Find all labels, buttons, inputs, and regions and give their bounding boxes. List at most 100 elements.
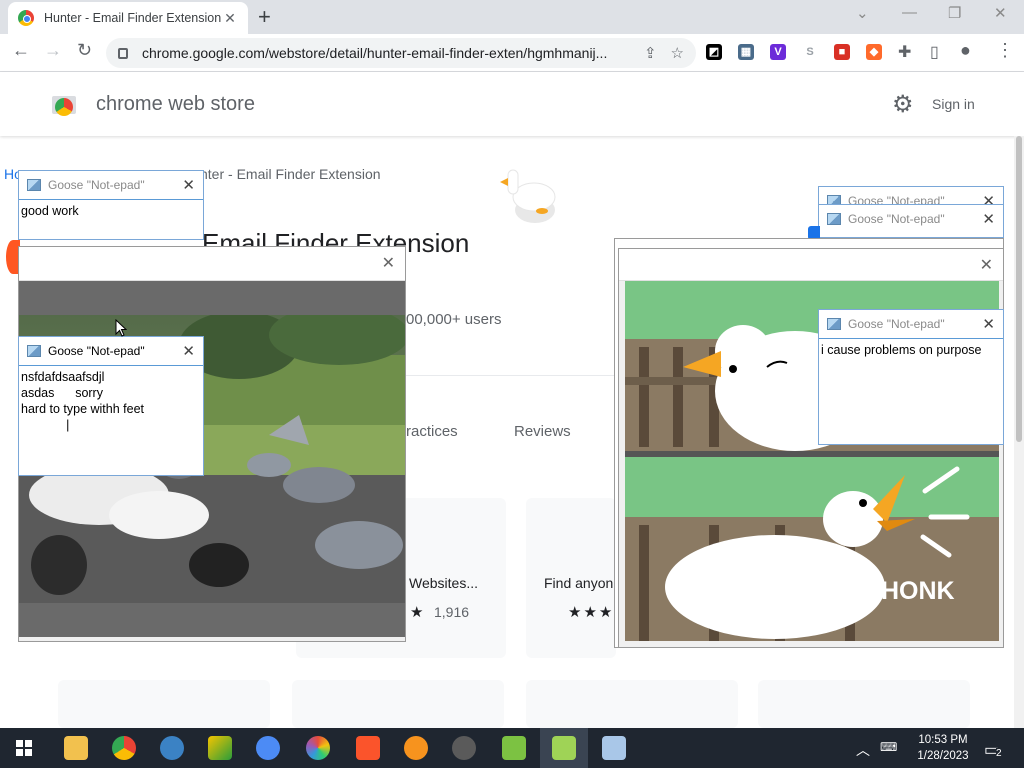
goose-notepad-titlebar[interactable]: Goose "Not-epad" ✕ [819,310,1003,338]
related-card-3[interactable] [58,680,270,728]
tab-search-icon[interactable]: ⌄ [856,4,869,22]
chromium-icon[interactable] [256,736,280,760]
address-bar[interactable]: chrome.google.com/webstore/detail/hunter… [106,38,696,68]
web-store-title[interactable]: chrome web store [96,93,255,116]
web-store-favicon-icon [18,10,34,26]
close-icon[interactable]: ✕ [182,342,195,360]
gear-icon[interactable]: ⚙ [892,90,914,119]
system-clock[interactable]: 10:53 PM 1/28/2023 [908,732,978,764]
goose-notepad-titlebar[interactable]: Goose "Not-epad" ✕ [819,205,1003,233]
related-card-2-stars-icon: ★★★ [568,604,615,621]
restore-icon[interactable]: ❐ [948,4,961,22]
web-store-header: chrome web store ⚙ Sign in [0,72,1024,136]
browser-tab[interactable]: Hunter - Email Finder Extension ✕ [8,2,248,34]
goose-notepad-titlebar[interactable]: Goose "Not-epad" ✕ [19,171,203,199]
back-icon[interactable]: ← [12,40,30,61]
goose-notepad-title: Goose "Not-epad" [848,212,945,226]
green-a-app-icon[interactable] [502,736,526,760]
chrome-taskbar-icon[interactable] [112,736,136,760]
extension-dark-mode-icon[interactable]: ◩ [706,44,722,60]
desktop-goose [498,166,558,224]
goose-notepad-titlebar[interactable]: Goose "Not-epad" ✕ [19,337,203,365]
show-hidden-icons-icon[interactable]: ︿ [856,740,870,760]
page-scrollbar[interactable] [1014,136,1024,728]
notification-count: 2 [996,748,1002,759]
tab-reviews[interactable]: Reviews [514,423,571,440]
related-card-2-title: Find anyon [544,575,614,591]
extensions-puzzle-icon[interactable]: ✚ [898,42,911,62]
image-bottom-band [19,603,405,637]
bookmark-star-icon[interactable]: ☆ [671,44,684,62]
keyboard-icon[interactable]: ⌨ [880,740,897,754]
clock-time: 10:53 PM [918,734,968,746]
honk-label: HONK [881,577,955,605]
user-count: 00,000+ users [406,311,502,328]
color-app-icon[interactable] [306,736,330,760]
extension-s-icon[interactable]: S [802,44,818,60]
clock-date: 1/28/2023 [917,750,969,762]
side-panel-icon[interactable]: ▯ [930,42,939,62]
close-icon[interactable]: ✕ [982,210,995,228]
extension-red-icon[interactable]: ■ [834,44,850,60]
file-explorer-icon[interactable] [64,736,88,760]
new-tab-icon[interactable]: + [258,4,271,30]
goose-notepad-window-5[interactable]: Goose "Not-epad" ✕ i cause problems on p… [818,309,1004,445]
close-tab-icon[interactable]: ✕ [222,10,238,27]
profile-avatar-icon[interactable]: ● [960,40,971,61]
close-icon[interactable]: ✕ [182,176,195,194]
goose-meme-titlebar[interactable]: ✕ [19,247,405,281]
goose-notepad-title: Goose "Not-epad" [48,178,145,192]
goose-note-text-1[interactable]: good work [19,199,203,239]
tab-strip: Hunter - Email Finder Extension ✕ + ⌄ — … [0,0,1024,34]
goose-notepad-window-1[interactable]: Goose "Not-epad" ✕ good work [18,170,204,240]
goose-meme-window-right[interactable]: ✕ HONK [618,248,1004,648]
goose-note-text-3[interactable]: i cause problems on purpose [819,338,1003,444]
brave-icon[interactable] [356,736,380,760]
safari-like-icon[interactable] [160,736,184,760]
goose-notepad-window-4[interactable]: Goose "Not-epad" ✕ [818,204,1004,238]
goose-notepad-title: Goose "Not-epad" [848,317,945,331]
chrome-menu-icon[interactable]: ⋮ [996,40,1014,61]
notepad-icon [827,318,841,330]
divider [404,375,614,376]
notepad-icon [27,179,41,191]
tab-privacy-practices[interactable]: ractices [406,423,458,440]
close-icon[interactable]: ✕ [382,253,395,273]
notepad-taskbar-icon[interactable] [602,736,626,760]
related-card-5[interactable] [526,680,738,728]
goose-notepad-window-2[interactable]: Goose "Not-epad" ✕ nsfdafdsaafsdjl asdas… [18,336,204,476]
related-card-1-star-icon: ★ [410,604,426,621]
close-icon[interactable]: ✕ [980,255,993,275]
goose-notepad-taskbar-icon[interactable] [552,736,576,760]
share-icon[interactable]: ⇪ [644,44,657,62]
notepad-icon [27,345,41,357]
windows-start-icon[interactable] [16,740,32,756]
mouse-cursor-icon [115,318,128,342]
sign-in-link[interactable]: Sign in [932,96,975,112]
minimize-icon[interactable]: — [902,4,917,21]
related-card-6[interactable] [758,680,970,728]
green-app-icon[interactable] [208,736,232,760]
forward-icon[interactable]: → [44,40,62,61]
goose-notepad-title: Goose "Not-epad" [48,344,145,358]
close-icon[interactable]: ✕ [982,315,995,333]
extension-v-icon[interactable]: V [770,44,786,60]
goose-meme-titlebar[interactable]: ✕ [619,249,1003,281]
image-top-band [19,281,405,315]
url-text: chrome.google.com/webstore/detail/hunter… [142,45,608,61]
reload-icon[interactable]: ↻ [77,40,92,61]
orange-p-app-icon[interactable] [404,736,428,760]
web-store-logo-icon[interactable] [52,92,76,116]
tab-title: Hunter - Email Finder Extension [44,11,222,25]
goose-note-text-2[interactable]: nsfdafdsaafsdjl asdas sorry hard to type… [19,365,203,475]
related-card-1-title: Websites... [409,575,478,591]
related-card-4[interactable] [292,680,504,728]
notepad-icon [827,213,841,225]
breadcrumb-current: nter - Email Finder Extension [200,166,381,182]
close-window-icon[interactable]: ✕ [994,4,1007,22]
extension-hunter-icon[interactable]: ◆ [866,44,882,60]
lock-icon [118,47,128,59]
browser-toolbar: ← → ↻ chrome.google.com/webstore/detail/… [0,34,1024,72]
media-app-icon[interactable] [452,736,476,760]
extension-calculator-icon[interactable]: ▦ [738,44,754,60]
